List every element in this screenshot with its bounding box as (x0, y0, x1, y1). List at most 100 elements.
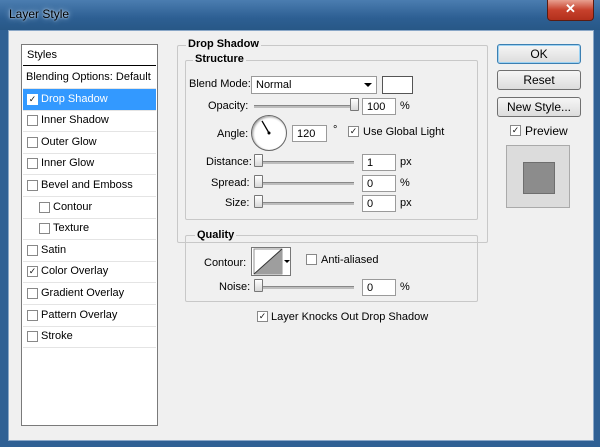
distance-slider-track[interactable] (254, 161, 354, 164)
opacity-label: Opacity: (208, 100, 249, 112)
style-checkbox[interactable] (27, 180, 38, 191)
contour-label: Contour: (204, 257, 247, 269)
spread-field[interactable]: 0 (362, 175, 396, 192)
styles-item-gradient-overlay[interactable]: Gradient Overlay (23, 283, 156, 305)
use-global-light-checkbox[interactable]: ✓ (348, 126, 359, 137)
angle-label: Angle: (217, 128, 249, 140)
blend-mode-value: Normal (256, 79, 292, 91)
angle-needle (261, 120, 271, 135)
style-checkbox[interactable] (27, 309, 38, 321)
styles-item-label: Satin (41, 243, 67, 256)
styles-item-label: Blending Options: Default (26, 71, 151, 83)
style-checkbox[interactable] (27, 136, 38, 148)
size-slider-track[interactable] (254, 202, 354, 205)
blend-mode-label: Blend Mode: (189, 78, 251, 90)
reset-button[interactable]: Reset (497, 70, 581, 90)
styles-item-label: Contour (53, 200, 93, 213)
size-slider-thumb[interactable] (254, 195, 263, 208)
noise-slider-track[interactable] (254, 286, 354, 289)
noise-label: Noise: (219, 281, 251, 293)
styles-item-label: Inner Glow (41, 157, 95, 170)
styles-item-contour[interactable]: Contour (23, 197, 156, 219)
distance-slider-thumb[interactable] (254, 154, 263, 167)
checkmark-icon: ✓ (511, 125, 520, 135)
style-checkbox[interactable] (39, 223, 50, 235)
drop-shadow-group-title: Drop Shadow (186, 38, 261, 50)
style-checkbox[interactable]: ✓ (27, 266, 38, 278)
styles-item-label: Texture (53, 222, 90, 235)
size-label: Size: (225, 197, 250, 209)
close-icon: ✕ (565, 1, 576, 16)
styles-item-drop-shadow[interactable]: ✓ Drop Shadow (23, 88, 156, 111)
styles-item-stroke[interactable]: Stroke (23, 326, 156, 349)
angle-dial[interactable] (251, 115, 287, 151)
styles-item-label: Outer Glow (41, 135, 97, 148)
spread-unit: % (400, 177, 410, 189)
preview-swatch (523, 162, 555, 194)
styles-item-pattern-overlay[interactable]: Pattern Overlay (23, 305, 156, 327)
chevron-down-icon (284, 260, 290, 263)
styles-item-label: Drop Shadow (41, 92, 108, 105)
style-checkbox[interactable] (27, 158, 38, 170)
styles-item-label: Gradient Overlay (41, 287, 125, 299)
distance-unit: px (400, 156, 412, 168)
checkmark-icon: ✓ (258, 311, 267, 321)
knocks-out-label: Layer Knocks Out Drop Shadow (271, 311, 429, 323)
title-bar[interactable]: Layer Style ✕ (0, 0, 600, 30)
styles-item-label: Inner Shadow (41, 114, 109, 127)
styles-list-header[interactable]: Styles (23, 45, 156, 66)
styles-item-texture[interactable]: Texture (23, 218, 156, 241)
size-unit: px (400, 197, 412, 209)
spread-slider-thumb[interactable] (254, 175, 263, 188)
styles-item-label: Stroke (41, 330, 73, 343)
noise-slider-thumb[interactable] (254, 279, 263, 292)
knocks-out-checkbox[interactable]: ✓ (257, 311, 268, 322)
style-checkbox[interactable] (27, 244, 38, 256)
style-checkbox[interactable] (39, 201, 50, 213)
styles-item-color-overlay[interactable]: ✓ Color Overlay (23, 261, 156, 284)
noise-unit: % (400, 281, 410, 293)
opacity-unit: % (400, 100, 410, 112)
spread-label: Spread: (211, 177, 250, 189)
window-title: Layer Style (9, 7, 70, 21)
anti-aliased-label: Anti-aliased (321, 254, 379, 266)
use-global-light-label: Use Global Light (363, 126, 445, 138)
styles-item-inner-glow[interactable]: Inner Glow (23, 153, 156, 176)
opacity-slider-track[interactable] (254, 105, 354, 108)
styles-item-bevel-and-emboss[interactable]: Bevel and Emboss (23, 175, 156, 197)
preview-thumbnail (506, 145, 570, 208)
contour-picker[interactable] (251, 247, 291, 276)
style-checkbox[interactable] (27, 288, 38, 299)
new-style-button[interactable]: New Style... (497, 97, 581, 117)
size-field[interactable]: 0 (362, 195, 396, 212)
chevron-down-icon (364, 83, 372, 87)
preview-checkbox[interactable]: ✓ (510, 125, 521, 136)
angle-field[interactable]: 120 (292, 125, 327, 142)
style-checkbox[interactable] (27, 115, 38, 127)
ok-button[interactable]: OK (497, 44, 581, 64)
blend-mode-select[interactable]: Normal (251, 76, 377, 94)
styles-item-inner-shadow[interactable]: Inner Shadow (23, 110, 156, 133)
anti-aliased-checkbox[interactable] (306, 254, 317, 265)
styles-item-outer-glow[interactable]: Outer Glow (23, 132, 156, 154)
structure-title: Structure (193, 53, 246, 65)
distance-field[interactable]: 1 (362, 154, 396, 171)
quality-title: Quality (195, 229, 237, 241)
contour-preview (253, 248, 283, 275)
style-checkbox[interactable]: ✓ (27, 93, 38, 105)
spread-slider-track[interactable] (254, 182, 354, 185)
styles-item-label: Color Overlay (41, 265, 109, 278)
noise-field[interactable]: 0 (362, 279, 396, 296)
styles-item-satin[interactable]: Satin (23, 240, 156, 262)
dialog-body: Styles Blending Options: Default ✓ Drop Sh… (8, 30, 594, 441)
opacity-field[interactable]: 100 (362, 98, 396, 115)
opacity-slider-thumb[interactable] (350, 98, 359, 111)
distance-label: Distance: (206, 156, 252, 168)
shadow-color-swatch[interactable] (382, 76, 413, 94)
preview-label: Preview (525, 124, 568, 138)
angle-unit: ° (333, 124, 338, 136)
style-checkbox[interactable] (27, 331, 38, 343)
styles-item-label: Pattern Overlay (41, 308, 118, 321)
styles-item-blending-options-default[interactable]: Blending Options: Default (23, 67, 156, 89)
close-button[interactable]: ✕ (547, 0, 594, 21)
